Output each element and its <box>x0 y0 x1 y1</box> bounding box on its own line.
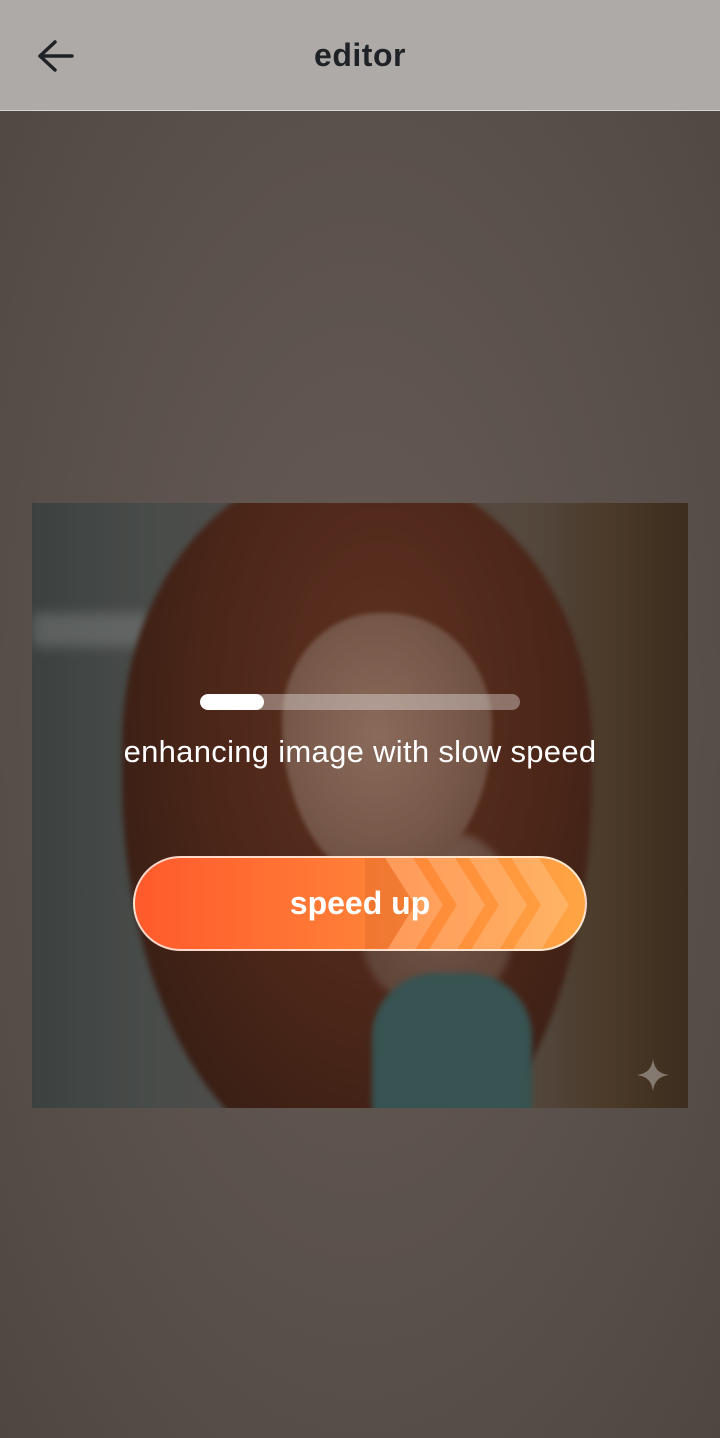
back-button[interactable] <box>28 30 84 82</box>
top-bar: editor <box>0 0 720 111</box>
speed-up-button[interactable]: speed up <box>133 856 587 951</box>
progress-bar <box>200 694 520 710</box>
speed-up-label: speed up <box>289 885 431 921</box>
sparkle-icon <box>637 1059 669 1091</box>
photo-dim-overlay <box>32 503 688 1108</box>
status-text: enhancing image with slow speed <box>123 734 597 769</box>
photo-preview <box>32 503 688 1108</box>
progress-fill <box>200 694 264 710</box>
page-title: editor <box>314 37 406 73</box>
arrow-left-icon <box>38 40 74 72</box>
